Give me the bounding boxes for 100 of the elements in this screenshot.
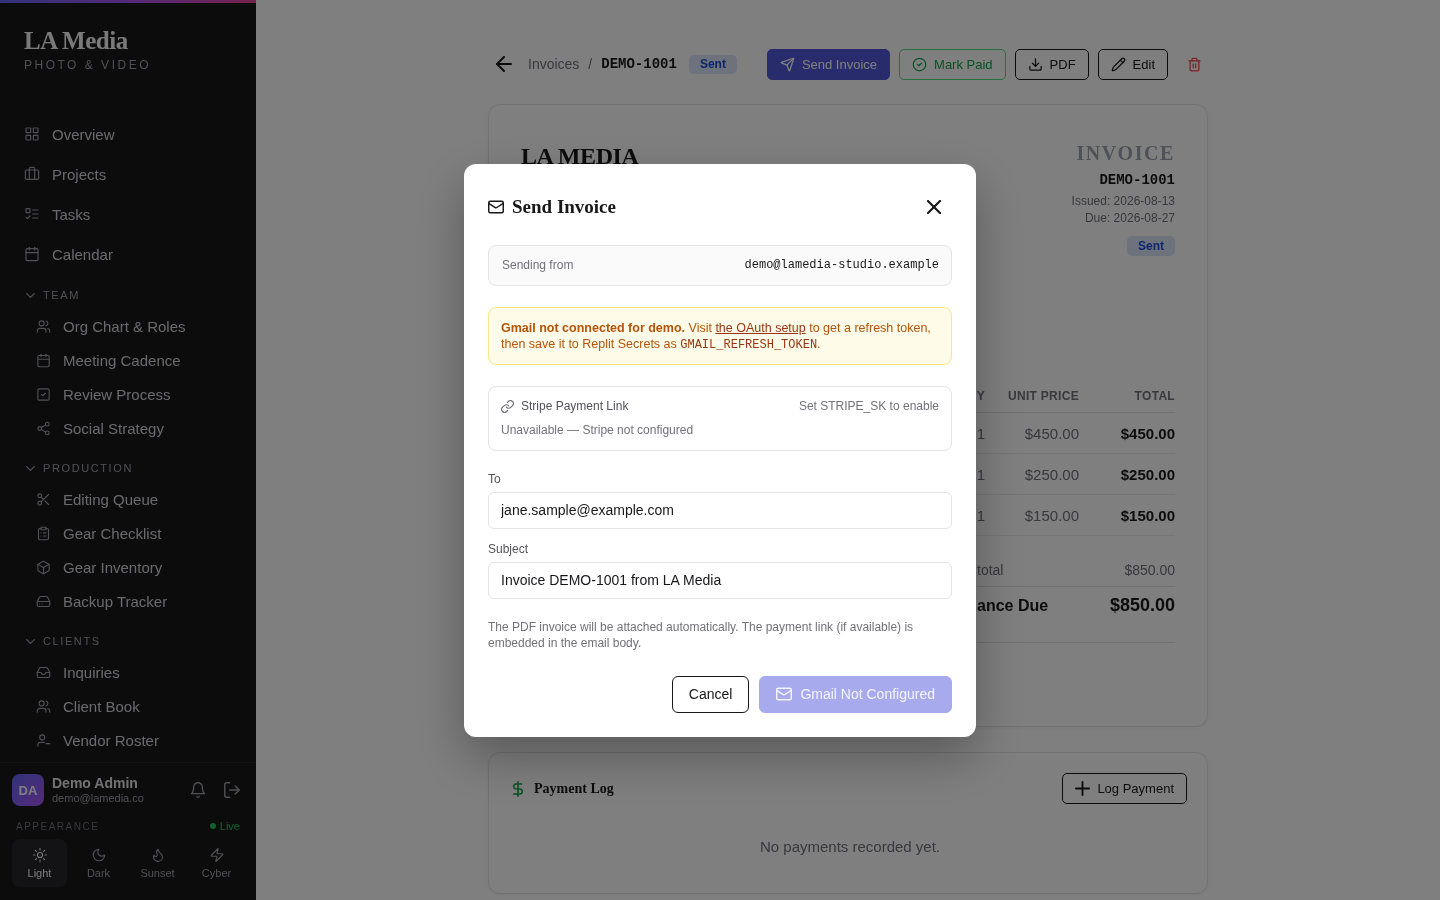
logout-icon (224, 782, 240, 798)
issue-date: Issued: 2026-08-13 (1071, 193, 1175, 210)
live-status: Live (219, 820, 240, 832)
link-icon (501, 399, 514, 413)
status-badge: Sent (1127, 236, 1175, 256)
mark-paid-button[interactable]: Mark Paid (899, 48, 1006, 80)
column-header: UNIT PRICE (1008, 389, 1079, 403)
checklist-icon (24, 206, 40, 222)
nav-item[interactable]: Social Strategy (0, 411, 256, 445)
table-cell: 1 (976, 465, 985, 483)
user-email: demo@lamedia.co (52, 792, 145, 805)
nav-item[interactable]: Projects (0, 154, 256, 194)
user-avatar: DA (12, 774, 44, 806)
download-icon (1027, 56, 1043, 72)
chevron-down-icon (26, 292, 35, 298)
log-payment-button[interactable]: Log Payment (1062, 773, 1187, 804)
sender-email: demo@lamedia-studio.example (744, 258, 939, 272)
inbox-icon (36, 664, 51, 680)
nav-item[interactable]: Overview (0, 114, 256, 154)
close-icon (927, 199, 941, 214)
balance-due-label: ance Due (977, 596, 1049, 615)
calendar-icon (24, 246, 40, 262)
briefcase-icon (24, 166, 40, 182)
payment-log-title: Payment Log (534, 780, 614, 797)
nav-item[interactable]: Inquiries (0, 655, 256, 689)
cancel-button[interactable]: Cancel (671, 675, 750, 713)
oauth-setup-link[interactable]: the OAuth setup (715, 320, 806, 335)
status-dot-icon (209, 823, 216, 829)
scissors-icon (36, 491, 51, 507)
status-badge: Sent (688, 54, 737, 74)
empty-message: No payments recorded yet. (759, 838, 941, 855)
table-cell: $250.00 (1024, 465, 1079, 483)
nav-item[interactable]: Editing Queue (0, 482, 256, 516)
edit-button[interactable]: Edit (1097, 48, 1168, 80)
due-date: Due: 2026-08-27 (1084, 210, 1175, 227)
logo-tagline: PHOTO & VIDEO (24, 57, 152, 73)
theme-option[interactable]: Dark (71, 839, 126, 887)
field-label: To (488, 471, 501, 486)
table-cell: 1 (976, 424, 985, 442)
company-name: LA MEDIA (521, 142, 639, 171)
theme-option[interactable]: Light (12, 839, 67, 887)
breadcrumb-separator: / (588, 56, 593, 72)
user-name: Demo Admin (52, 775, 139, 792)
pdf-button[interactable]: PDF (1014, 48, 1089, 80)
nav-item[interactable]: Meeting Cadence (0, 343, 256, 377)
clipboard-icon (36, 525, 51, 541)
nav-item[interactable]: Tasks (0, 194, 256, 234)
trash-icon (1187, 56, 1202, 72)
dialog-title: Send Invoice (512, 195, 616, 218)
sending-from-label: Sending from (502, 258, 574, 272)
nav-item[interactable]: Review Process (0, 377, 256, 411)
sun-icon (32, 847, 47, 862)
subject-field[interactable]: Invoice DEMO-1001 from LA Media (488, 561, 952, 599)
grid-icon (24, 126, 40, 142)
column-header: Y (976, 389, 985, 403)
envelope-icon (776, 686, 793, 702)
logo-text: LA Media (24, 27, 128, 55)
subtotal-value: $850.00 (1124, 562, 1175, 578)
calendar-icon (36, 352, 51, 368)
dollar-sign-icon (513, 780, 523, 797)
nav-item[interactable]: Client Book (0, 689, 256, 723)
theme-option[interactable]: Cyber (189, 839, 244, 887)
table-cell: $150.00 (1120, 506, 1175, 524)
theme-option[interactable]: Sunset (130, 839, 185, 887)
plus-icon (1075, 781, 1091, 796)
table-cell: $450.00 (1120, 424, 1175, 442)
nav-item[interactable]: Calendar (0, 234, 256, 274)
nav-item[interactable]: Vendor Roster (0, 723, 256, 757)
payment-link-status: Unavailable — Stripe not configured (501, 422, 694, 437)
person-icon (36, 732, 51, 748)
table-cell: $250.00 (1120, 465, 1175, 483)
envelope-icon (488, 198, 504, 215)
payment-link-hint: Set STRIPE_SK to enable (798, 399, 939, 413)
section-header[interactable]: CLIENTS (0, 630, 101, 652)
breadcrumb-link[interactable]: Invoices (528, 56, 580, 72)
section-header[interactable]: TEAM (0, 284, 80, 306)
table-cell: 1 (976, 506, 985, 524)
table-cell: $450.00 (1024, 424, 1079, 442)
warning-message: Gmail not connected for demo. Visit the OAuth setup to get a refresh token, then save it to Replit Secrets as GMAIL_REFRESH_TOKEN. (488, 306, 952, 365)
chevron-down-icon (26, 638, 35, 644)
nav-item[interactable]: Org Chart & Roles (0, 309, 256, 343)
section-header[interactable]: PRODUCTION (0, 457, 133, 479)
box-icon (36, 559, 51, 575)
nav-item[interactable]: Gear Checklist (0, 516, 256, 550)
nav-item[interactable]: Backup Tracker (0, 584, 256, 618)
send-invoice-button[interactable]: Send Invoice (766, 48, 891, 80)
flame-icon (150, 847, 165, 862)
invoice-number: DEMO-1001 (1099, 171, 1175, 190)
balance-due-value: $850.00 (1109, 595, 1175, 616)
breadcrumb-current: DEMO-1001 (601, 56, 677, 72)
lightning-icon (209, 847, 224, 862)
subtotal-label: total (977, 562, 1004, 578)
recipient-field[interactable]: jane.sample@example.com (488, 491, 952, 529)
table-cell: $150.00 (1024, 506, 1079, 524)
bell-icon (190, 782, 206, 798)
payment-link-title: Stripe Payment Link (521, 399, 629, 413)
nav-item[interactable]: Gear Inventory (0, 550, 256, 584)
check-circle-icon (912, 56, 928, 72)
paper-plane-icon (779, 56, 795, 72)
moon-icon (91, 847, 106, 862)
